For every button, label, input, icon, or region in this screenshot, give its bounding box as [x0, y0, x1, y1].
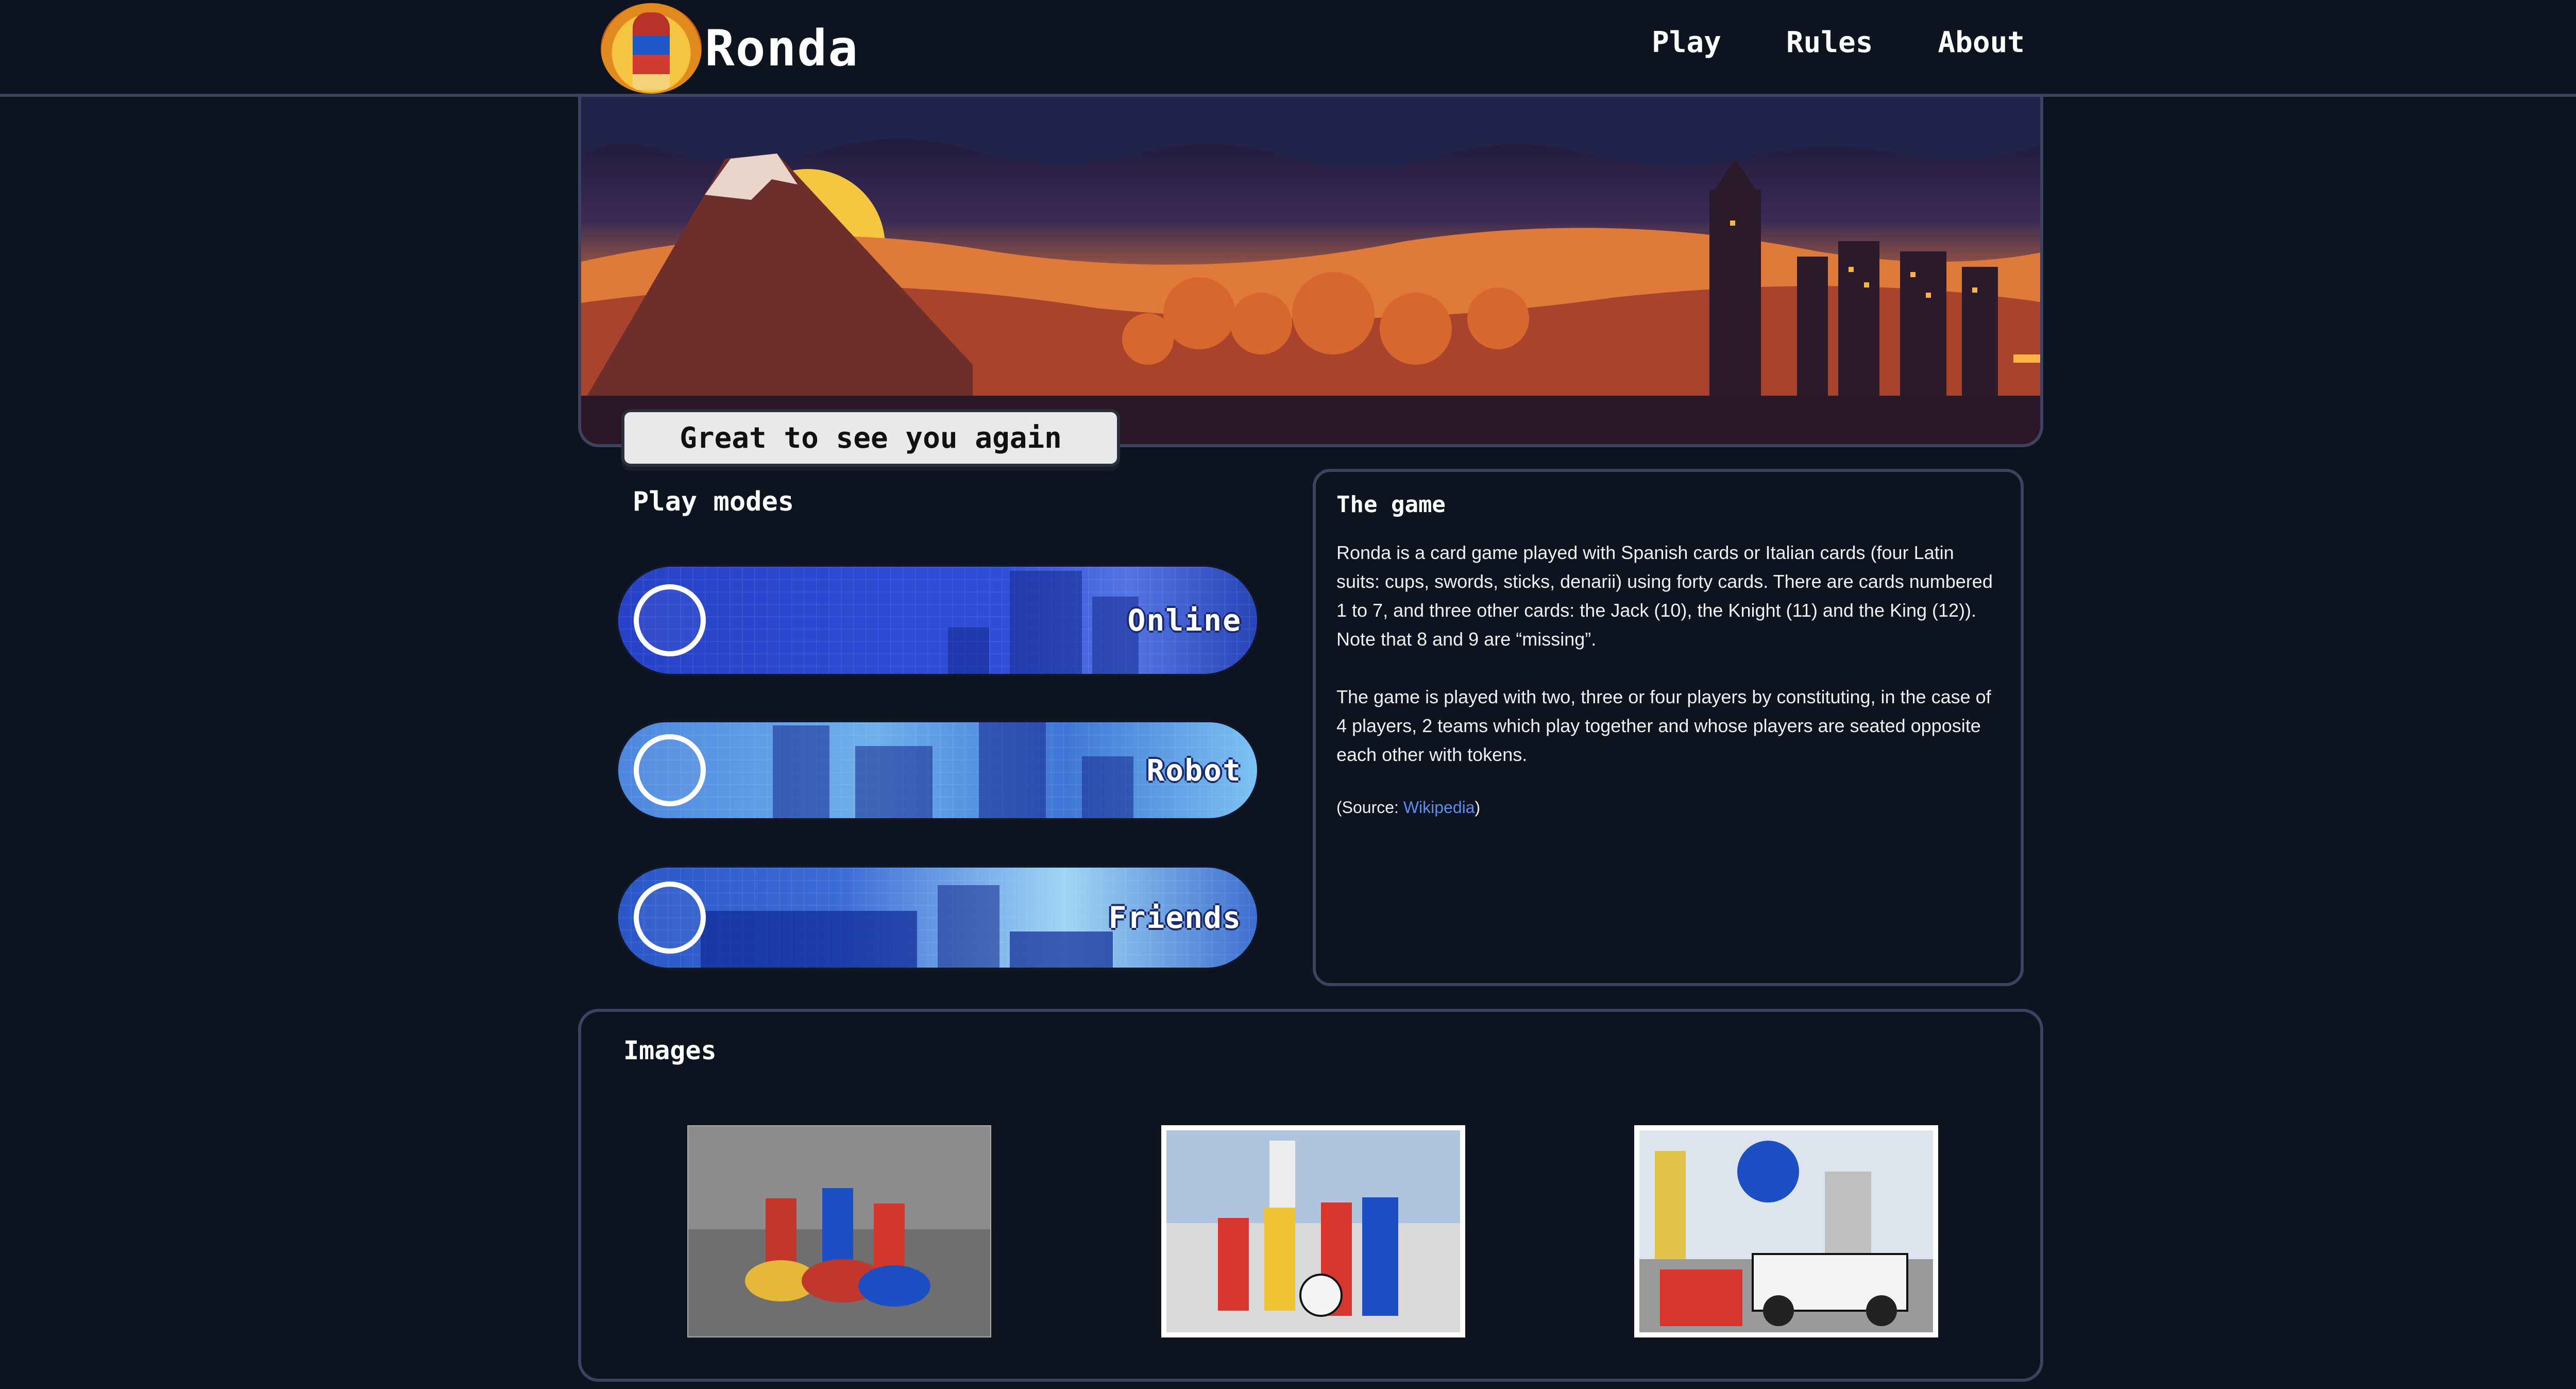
- images-title: Images: [623, 1036, 717, 1065]
- game-info-panel: The game Ronda is a card game played wit…: [1313, 469, 2024, 986]
- greeting-banner: Great to see you again: [621, 409, 1120, 467]
- source-prefix: (Source:: [1336, 798, 1403, 817]
- game-title: The game: [1336, 492, 1446, 518]
- crystal-ball-icon: [634, 584, 706, 656]
- logo-text: Ronda: [705, 20, 859, 77]
- logo-king-icon: [601, 3, 702, 94]
- online-mode-button[interactable]: Online: [618, 567, 1257, 674]
- robot-mode-button[interactable]: Robot: [618, 722, 1257, 818]
- friends-mode-button[interactable]: Friends: [618, 868, 1257, 968]
- friends-label: Friends: [1108, 900, 1242, 935]
- game-description-2: The game is played with two, three or fo…: [1336, 686, 1991, 765]
- chat-bubble-icon: [634, 882, 706, 954]
- images-panel: Images: [578, 1009, 2043, 1382]
- robot-icon: [634, 734, 706, 806]
- online-label: Online: [1127, 603, 1242, 638]
- gallery-image-riders[interactable]: [687, 1125, 991, 1337]
- game-description-1: Ronda is a card game played with Spanish…: [1336, 542, 1993, 650]
- nav-about[interactable]: About: [1938, 26, 2025, 59]
- hero-banner-image: [578, 97, 2043, 447]
- nav-play[interactable]: Play: [1652, 26, 1721, 59]
- gallery-image-street[interactable]: [1161, 1125, 1465, 1337]
- nav-rules[interactable]: Rules: [1786, 26, 1873, 59]
- wikipedia-link[interactable]: Wikipedia: [1403, 798, 1475, 817]
- source-suffix: ): [1475, 798, 1481, 817]
- source-note: (Source: Wikipedia): [1336, 798, 2000, 817]
- gallery-image-taxi[interactable]: [1634, 1125, 1938, 1337]
- logo[interactable]: Ronda: [601, 3, 859, 94]
- main-nav: Play Rules About: [1652, 26, 2025, 59]
- top-navbar: Ronda Play Rules About: [0, 0, 2576, 97]
- robot-label: Robot: [1146, 753, 1242, 788]
- play-modes-title: Play modes: [633, 486, 794, 517]
